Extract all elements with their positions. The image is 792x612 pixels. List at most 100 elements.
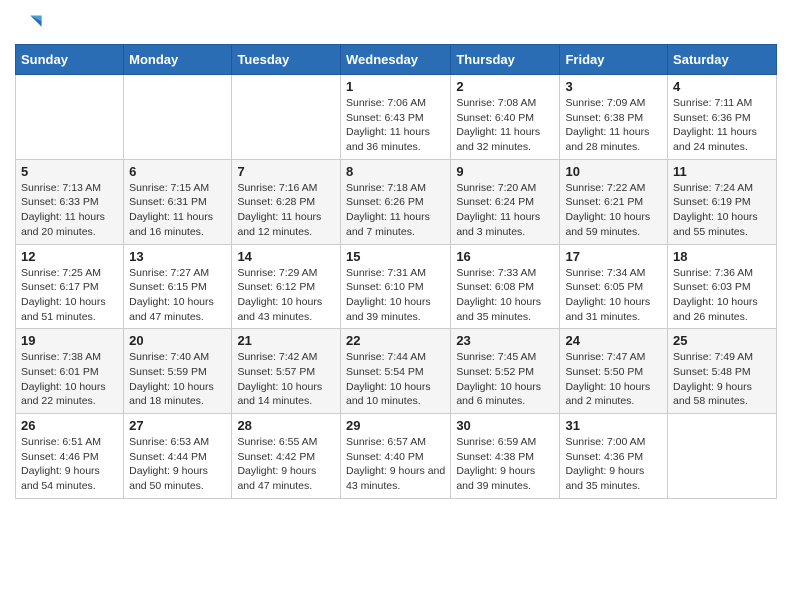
- calendar-cell: 9 Sunrise: 7:20 AM Sunset: 6:24 PM Daylig…: [451, 159, 560, 244]
- calendar-cell: 14 Sunrise: 7:29 AM Sunset: 6:12 PM Dayli…: [232, 244, 341, 329]
- day-number: 27: [129, 418, 226, 433]
- calendar-cell: 25 Sunrise: 7:49 AM Sunset: 5:48 PM Dayli…: [668, 329, 777, 414]
- calendar-cell: 26 Sunrise: 6:51 AM Sunset: 4:46 PM Dayli…: [16, 414, 124, 499]
- day-info: Sunrise: 7:22 AM Sunset: 6:21 PM Dayligh…: [565, 181, 662, 240]
- calendar-cell: 13 Sunrise: 7:27 AM Sunset: 6:15 PM Dayli…: [124, 244, 232, 329]
- day-number: 9: [456, 164, 554, 179]
- calendar-cell: 18 Sunrise: 7:36 AM Sunset: 6:03 PM Dayli…: [668, 244, 777, 329]
- calendar-cell: 2 Sunrise: 7:08 AM Sunset: 6:40 PM Daylig…: [451, 75, 560, 160]
- day-number: 8: [346, 164, 445, 179]
- calendar-cell: 21Sunrise: 7:42 AM Sunset: 5:57 PM Dayli…: [232, 329, 341, 414]
- calendar-table: SundayMondayTuesdayWednesdayThursdayFrid…: [15, 44, 777, 499]
- day-info: Sunrise: 7:47 AM Sunset: 5:50 PM Dayligh…: [565, 350, 662, 409]
- day-info: Sunrise: 7:34 AM Sunset: 6:05 PM Dayligh…: [565, 266, 662, 325]
- day-number: 4: [673, 79, 771, 94]
- day-number: 1: [346, 79, 445, 94]
- day-header-friday: Friday: [560, 45, 668, 75]
- day-info: Sunrise: 7:38 AM Sunset: 6:01 PM Dayligh…: [21, 350, 118, 409]
- calendar-cell: 28Sunrise: 6:55 AM Sunset: 4:42 PM Dayli…: [232, 414, 341, 499]
- calendar-cell: 23 Sunrise: 7:45 AM Sunset: 5:52 PM Dayli…: [451, 329, 560, 414]
- day-info: Sunrise: 7:33 AM Sunset: 6:08 PM Dayligh…: [456, 266, 554, 325]
- calendar-cell: 5 Sunrise: 7:13 AM Sunset: 6:33 PM Daylig…: [16, 159, 124, 244]
- day-number: 5: [21, 164, 118, 179]
- day-number: 29: [346, 418, 445, 433]
- day-number: 14: [237, 249, 335, 264]
- day-info: Sunrise: 7:06 AM Sunset: 6:43 PM Dayligh…: [346, 96, 445, 155]
- calendar-week-3: 12Sunrise: 7:25 AM Sunset: 6:17 PM Dayli…: [16, 244, 777, 329]
- day-info: Sunrise: 7:36 AM Sunset: 6:03 PM Dayligh…: [673, 266, 771, 325]
- calendar-cell: 16 Sunrise: 7:33 AM Sunset: 6:08 PM Dayli…: [451, 244, 560, 329]
- day-number: 25: [673, 333, 771, 348]
- calendar-cell: 30Sunrise: 6:59 AM Sunset: 4:38 PM Dayli…: [451, 414, 560, 499]
- calendar-cell: 12Sunrise: 7:25 AM Sunset: 6:17 PM Dayli…: [16, 244, 124, 329]
- day-info: Sunrise: 7:13 AM Sunset: 6:33 PM Dayligh…: [21, 181, 118, 240]
- day-number: 22: [346, 333, 445, 348]
- day-info: Sunrise: 7:08 AM Sunset: 6:40 PM Dayligh…: [456, 96, 554, 155]
- day-info: Sunrise: 6:57 AM Sunset: 4:40 PM Dayligh…: [346, 435, 445, 494]
- calendar-cell: 10 Sunrise: 7:22 AM Sunset: 6:21 PM Dayli…: [560, 159, 668, 244]
- day-info: Sunrise: 7:09 AM Sunset: 6:38 PM Dayligh…: [565, 96, 662, 155]
- calendar-cell: 20 Sunrise: 7:40 AM Sunset: 5:59 PM Dayli…: [124, 329, 232, 414]
- calendar-cell: 8Sunrise: 7:18 AM Sunset: 6:26 PM Daylig…: [340, 159, 450, 244]
- day-info: Sunrise: 7:31 AM Sunset: 6:10 PM Dayligh…: [346, 266, 445, 325]
- day-header-saturday: Saturday: [668, 45, 777, 75]
- day-number: 6: [129, 164, 226, 179]
- day-number: 18: [673, 249, 771, 264]
- day-info: Sunrise: 7:00 AM Sunset: 4:36 PM Dayligh…: [565, 435, 662, 494]
- calendar-cell: 17 Sunrise: 7:34 AM Sunset: 6:05 PM Dayli…: [560, 244, 668, 329]
- day-number: 26: [21, 418, 118, 433]
- calendar-week-2: 5 Sunrise: 7:13 AM Sunset: 6:33 PM Daylig…: [16, 159, 777, 244]
- calendar-cell: 11Sunrise: 7:24 AM Sunset: 6:19 PM Dayli…: [668, 159, 777, 244]
- day-number: 21: [237, 333, 335, 348]
- day-number: 12: [21, 249, 118, 264]
- page-header: [15, 10, 777, 38]
- day-info: Sunrise: 6:51 AM Sunset: 4:46 PM Dayligh…: [21, 435, 118, 494]
- day-info: Sunrise: 7:29 AM Sunset: 6:12 PM Dayligh…: [237, 266, 335, 325]
- day-header-thursday: Thursday: [451, 45, 560, 75]
- day-number: 3: [565, 79, 662, 94]
- day-info: Sunrise: 6:53 AM Sunset: 4:44 PM Dayligh…: [129, 435, 226, 494]
- calendar-cell: 27 Sunrise: 6:53 AM Sunset: 4:44 PM Dayli…: [124, 414, 232, 499]
- calendar-cell: 29 Sunrise: 6:57 AM Sunset: 4:40 PM Dayli…: [340, 414, 450, 499]
- day-info: Sunrise: 7:44 AM Sunset: 5:54 PM Dayligh…: [346, 350, 445, 409]
- day-number: 17: [565, 249, 662, 264]
- calendar-cell: [668, 414, 777, 499]
- calendar-cell: 4 Sunrise: 7:11 AM Sunset: 6:36 PM Daylig…: [668, 75, 777, 160]
- calendar-cell: [16, 75, 124, 160]
- day-number: 2: [456, 79, 554, 94]
- calendar-cell: 7Sunrise: 7:16 AM Sunset: 6:28 PM Daylig…: [232, 159, 341, 244]
- calendar-cell: 19Sunrise: 7:38 AM Sunset: 6:01 PM Dayli…: [16, 329, 124, 414]
- day-info: Sunrise: 7:15 AM Sunset: 6:31 PM Dayligh…: [129, 181, 226, 240]
- calendar-cell: [124, 75, 232, 160]
- calendar-cell: 24 Sunrise: 7:47 AM Sunset: 5:50 PM Dayli…: [560, 329, 668, 414]
- calendar-cell: [232, 75, 341, 160]
- day-number: 10: [565, 164, 662, 179]
- calendar-cell: 3 Sunrise: 7:09 AM Sunset: 6:38 PM Daylig…: [560, 75, 668, 160]
- day-number: 15: [346, 249, 445, 264]
- calendar-cell: 31 Sunrise: 7:00 AM Sunset: 4:36 PM Dayli…: [560, 414, 668, 499]
- day-number: 24: [565, 333, 662, 348]
- calendar-cell: 22 Sunrise: 7:44 AM Sunset: 5:54 PM Dayli…: [340, 329, 450, 414]
- day-header-sunday: Sunday: [16, 45, 124, 75]
- day-number: 7: [237, 164, 335, 179]
- day-info: Sunrise: 7:20 AM Sunset: 6:24 PM Dayligh…: [456, 181, 554, 240]
- day-number: 13: [129, 249, 226, 264]
- day-info: Sunrise: 7:27 AM Sunset: 6:15 PM Dayligh…: [129, 266, 226, 325]
- day-number: 16: [456, 249, 554, 264]
- calendar-week-1: 1 Sunrise: 7:06 AM Sunset: 6:43 PM Daylig…: [16, 75, 777, 160]
- day-info: Sunrise: 7:45 AM Sunset: 5:52 PM Dayligh…: [456, 350, 554, 409]
- calendar-cell: 1 Sunrise: 7:06 AM Sunset: 6:43 PM Daylig…: [340, 75, 450, 160]
- day-info: Sunrise: 7:40 AM Sunset: 5:59 PM Dayligh…: [129, 350, 226, 409]
- day-info: Sunrise: 7:24 AM Sunset: 6:19 PM Dayligh…: [673, 181, 771, 240]
- logo: [15, 10, 47, 38]
- day-info: Sunrise: 7:49 AM Sunset: 5:48 PM Dayligh…: [673, 350, 771, 409]
- day-number: 20: [129, 333, 226, 348]
- day-info: Sunrise: 6:55 AM Sunset: 4:42 PM Dayligh…: [237, 435, 335, 494]
- calendar-cell: 15 Sunrise: 7:31 AM Sunset: 6:10 PM Dayli…: [340, 244, 450, 329]
- calendar-week-5: 26 Sunrise: 6:51 AM Sunset: 4:46 PM Dayli…: [16, 414, 777, 499]
- day-number: 23: [456, 333, 554, 348]
- day-number: 31: [565, 418, 662, 433]
- day-info: Sunrise: 7:11 AM Sunset: 6:36 PM Dayligh…: [673, 96, 771, 155]
- day-number: 30: [456, 418, 554, 433]
- day-header-tuesday: Tuesday: [232, 45, 341, 75]
